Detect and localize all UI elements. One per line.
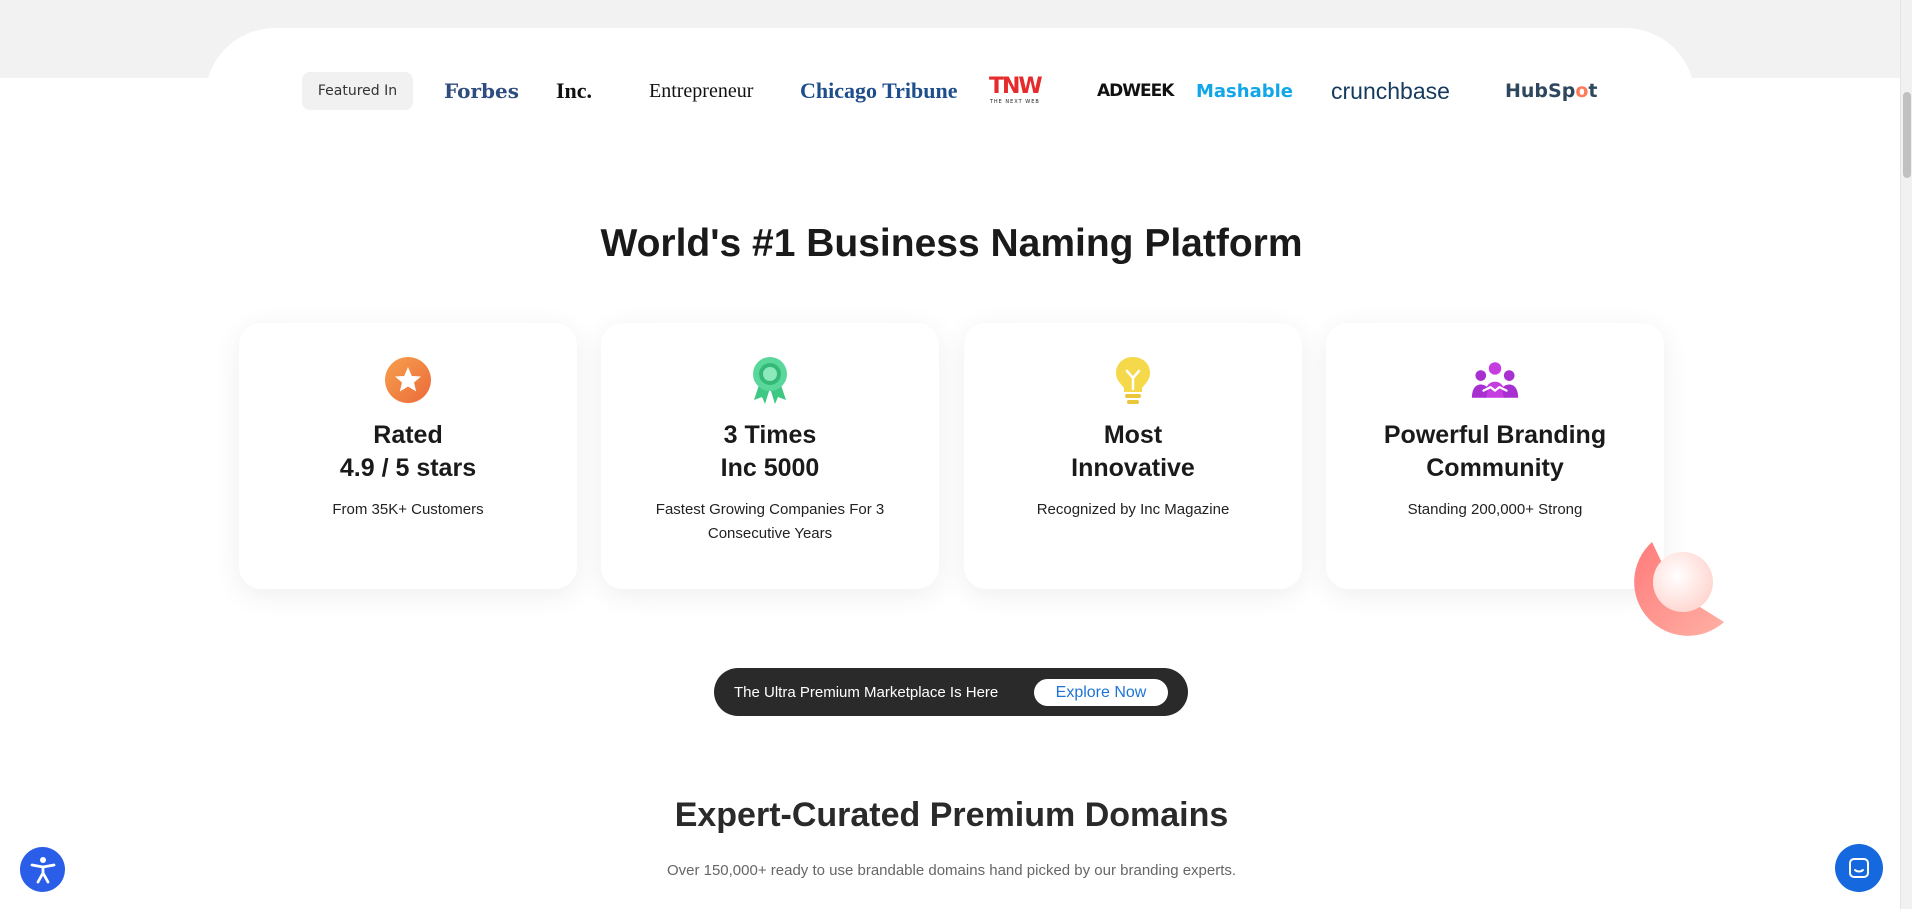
accessibility-icon [30,856,55,883]
community-icon [1471,356,1519,404]
card-title-line1: Most [1103,421,1163,449]
chat-button[interactable] [1835,844,1883,892]
featured-in-label: Featured In [302,72,413,110]
explore-now-button[interactable]: Explore Now [1034,679,1168,706]
card-title: 3 Times Inc 5000 [611,419,929,485]
card-description: Fastest Growing Companies For 3 Consecut… [655,501,885,542]
innovative-card: Most Innovative Recognized by Inc Magazi… [964,323,1302,589]
inc-logo: Inc. [556,78,593,103]
card-title-line2: Innovative [1071,454,1195,482]
lightbulb-icon [1109,356,1157,404]
card-title-line1: Rated [373,421,443,449]
tnw-logo-mark: TNW [989,74,1043,99]
scrollbar-thumb[interactable] [1903,92,1911,178]
decorative-shape [1620,540,1730,650]
page-title: World's #1 Business Naming Platform [600,222,1303,265]
card-title-line1: Powerful Branding [1383,421,1607,449]
tnw-logo-subtitle: THE NEXT WEB [989,99,1040,105]
domains-heading: Expert-Curated Premium Domains [674,796,1229,834]
card-title-line2: 4.9 / 5 stars [339,454,477,482]
rating-card: Rated 4.9 / 5 stars From 35K+ Customers [239,323,577,589]
crunchbase-logo: crunchbase [1331,77,1450,104]
card-description: From 35K+ Customers [332,501,484,518]
chat-icon [1849,858,1869,878]
card-title: Most Innovative [974,419,1292,485]
card-title: Powerful Branding Community [1336,419,1654,485]
entrepreneur-logo: Entrepreneur [649,79,754,102]
card-title-line2: Inc 5000 [720,454,820,482]
star-badge-icon [384,356,432,404]
card-description: Standing 200,000+ Strong [1407,501,1583,518]
hubspot-logo: HubSp o t [1505,80,1598,102]
page-scrollbar[interactable] [1900,0,1912,909]
adweek-logo: ADWEEK [1097,81,1174,101]
inc5000-card: 3 Times Inc 5000 Fastest Growing Compani… [601,323,939,589]
marketplace-banner: The Ultra Premium Marketplace Is Here Ex… [714,668,1188,716]
forbes-logo: Forbes [444,79,519,103]
mashable-logo: Mashable [1196,80,1293,102]
card-title-line2: Community [1426,454,1564,482]
hubspot-logo-accent: o [1575,80,1589,102]
card-title: Rated 4.9 / 5 stars [249,419,567,485]
card-description: Recognized by Inc Magazine [1036,501,1230,518]
banner-text: The Ultra Premium Marketplace Is Here [734,683,999,701]
accessibility-button[interactable] [20,847,65,892]
award-ribbon-icon [746,356,794,404]
chicago-tribune-logo: Chicago Tribune [800,78,958,103]
card-title-line1: 3 Times [723,421,817,449]
tnw-logo: TNW THE NEXT WEB [989,72,1043,108]
domains-subheading: Over 150,000+ ready to use brandable dom… [666,862,1237,879]
community-card: Powerful Branding Community Standing 200… [1326,323,1664,589]
top-band [0,0,1903,108]
